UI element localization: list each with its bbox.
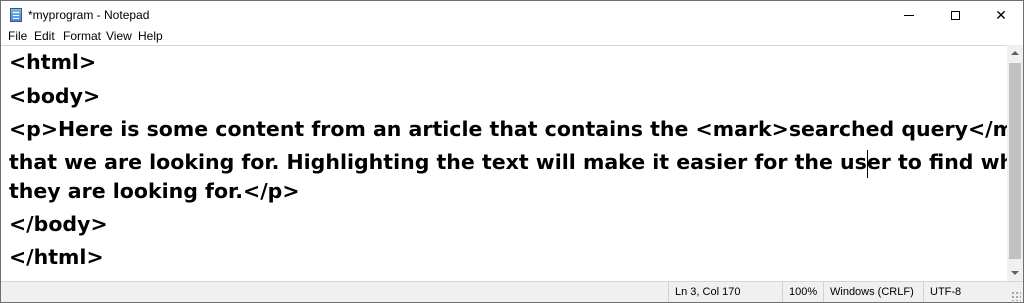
vertical-scrollbar[interactable] (1007, 45, 1023, 281)
resize-grip-icon[interactable] (1011, 291, 1021, 301)
window-title: *myprogram - Notepad (28, 8, 150, 22)
minimize-icon (904, 14, 914, 16)
editor-line: they are looking for.</p> (9, 179, 300, 203)
menu-edit[interactable]: Edit (34, 29, 55, 45)
scroll-up-icon[interactable] (1011, 51, 1019, 55)
editor-line: </html> (9, 245, 104, 269)
editor-line: <body> (9, 84, 101, 108)
text-editor[interactable]: <html> <body> <p>Here is some content fr… (1, 45, 1007, 282)
notepad-window: *myprogram - Notepad ✕ File Edit Format … (0, 0, 1024, 303)
status-encoding: UTF-8 (923, 282, 1023, 302)
scroll-down-icon[interactable] (1011, 271, 1019, 275)
editor-line: <html> (9, 50, 97, 74)
close-button[interactable]: ✕ (978, 1, 1023, 29)
editor-line: <p>Here is some content from an article … (9, 117, 1007, 141)
menu-view[interactable]: View (106, 29, 132, 45)
maximize-button[interactable] (932, 1, 978, 29)
close-icon: ✕ (995, 6, 1007, 23)
menu-help[interactable]: Help (138, 29, 163, 45)
status-position: Ln 3, Col 170 (668, 282, 782, 302)
minimize-button[interactable] (886, 1, 932, 29)
menu-format[interactable]: Format (63, 29, 101, 45)
maximize-icon (950, 10, 960, 20)
text-caret (867, 150, 868, 178)
title-bar[interactable]: *myprogram - Notepad ✕ (1, 1, 1023, 29)
scrollbar-thumb[interactable] (1009, 63, 1021, 259)
menu-bar: File Edit Format View Help (1, 29, 1023, 45)
status-line-ending: Windows (CRLF) (823, 282, 923, 302)
status-bar: Ln 3, Col 170 100% Windows (CRLF) UTF-8 (1, 281, 1023, 302)
status-zoom: 100% (782, 282, 823, 302)
editor-line: that we are looking for. Highlighting th… (9, 150, 1007, 174)
editor-line: </body> (9, 212, 108, 236)
notepad-icon (10, 8, 22, 22)
menu-file[interactable]: File (8, 29, 27, 45)
